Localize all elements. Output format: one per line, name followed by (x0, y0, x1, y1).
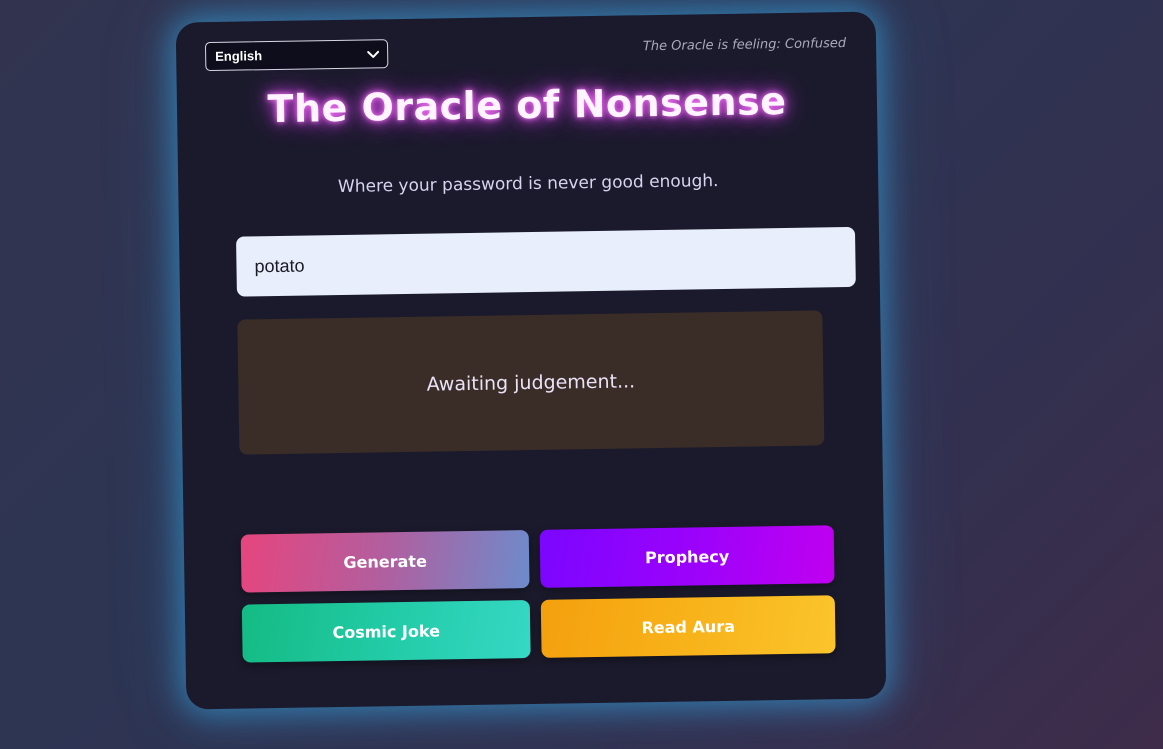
prophecy-button[interactable]: Prophecy (539, 525, 835, 588)
chevron-down-icon (367, 40, 380, 67)
page-title: The Oracle of Nonsense (267, 78, 787, 132)
oracle-mood-status: The Oracle is feeling: Confused (642, 36, 847, 55)
language-select[interactable]: English (204, 39, 389, 72)
language-select-value: English (215, 48, 263, 64)
cosmic-joke-button[interactable]: Cosmic Joke (241, 600, 531, 663)
verdict-text: Awaiting judgement... (426, 369, 636, 396)
page-subtitle: Where your password is never good enough… (337, 171, 719, 198)
password-input[interactable] (236, 226, 856, 297)
read-aura-button[interactable]: Read Aura (540, 595, 836, 658)
verdict-panel: Awaiting judgement... (237, 310, 825, 455)
generate-button[interactable]: Generate (240, 530, 530, 593)
oracle-card: English The Oracle is feeling: Confused … (175, 11, 887, 710)
